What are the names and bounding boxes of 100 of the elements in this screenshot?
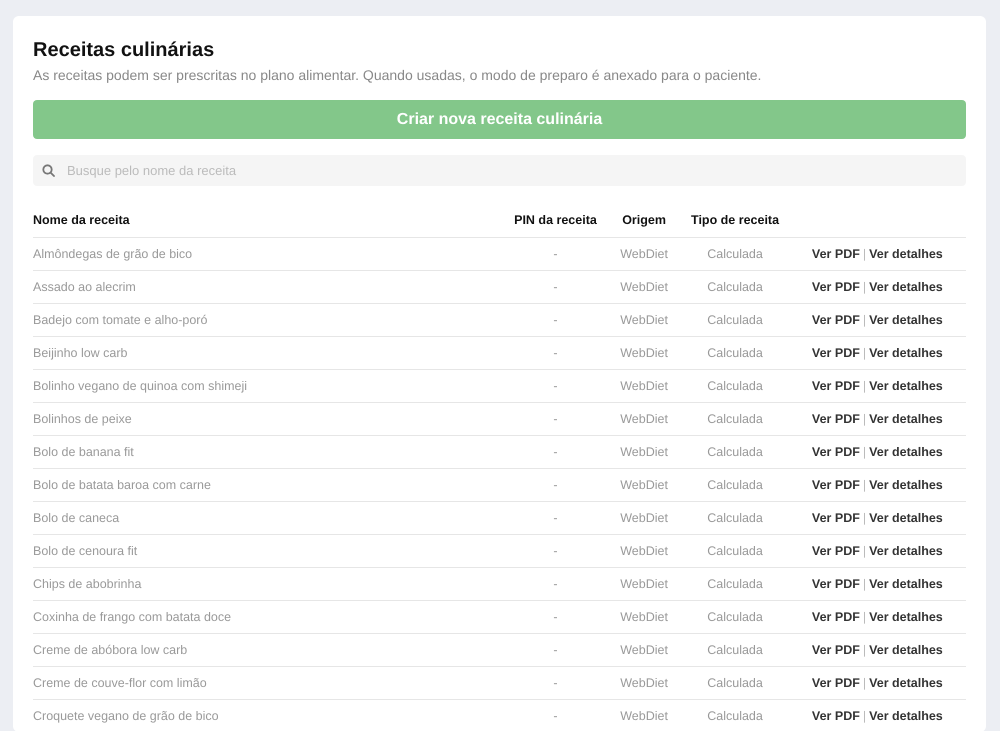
link-separator: | — [862, 247, 866, 261]
recipe-name: Bolo de cenoura fit — [33, 544, 138, 558]
recipe-name: Bolo de batata baroa com carne — [33, 478, 211, 492]
view-details-link[interactable]: Ver detalhes — [869, 511, 943, 525]
page-title: Receitas culinárias — [33, 38, 216, 62]
recipe-name: Bolo de caneca — [33, 511, 120, 525]
recipe-type: Calculada — [707, 478, 763, 492]
view-details-link[interactable]: Ver detalhes — [869, 379, 943, 393]
recipe-pin: - — [553, 412, 558, 426]
view-details-link[interactable]: Ver detalhes — [869, 412, 943, 426]
recipe-name: Coxinha de frango com batata doce — [33, 610, 232, 624]
view-details-link[interactable]: Ver detalhes — [869, 544, 943, 558]
column-header: Nome da receita — [33, 213, 130, 227]
recipe-pin: - — [553, 313, 558, 327]
view-details-link[interactable]: Ver detalhes — [869, 709, 943, 723]
view-pdf-link[interactable]: Ver PDF — [812, 445, 860, 459]
view-pdf-link[interactable]: Ver PDF — [812, 676, 860, 690]
view-pdf-link[interactable]: Ver PDF — [812, 544, 860, 558]
recipe-origin: WebDiet — [620, 247, 668, 261]
link-separator: | — [862, 511, 866, 525]
view-details-link[interactable]: Ver detalhes — [869, 346, 943, 360]
recipe-name: Badejo com tomate e alho-poró — [33, 313, 208, 327]
recipe-name: Almôndegas de grão de bico — [33, 247, 192, 261]
link-separator: | — [862, 379, 866, 393]
recipe-type: Calculada — [707, 577, 763, 591]
recipe-pin: - — [553, 676, 558, 690]
link-separator: | — [862, 280, 866, 294]
recipe-pin: - — [553, 544, 558, 558]
recipe-type: Calculada — [707, 247, 763, 261]
recipe-pin: - — [553, 610, 558, 624]
recipe-origin: WebDiet — [620, 709, 668, 723]
column-header: Origem — [622, 213, 666, 227]
recipe-origin: WebDiet — [620, 610, 668, 624]
view-details-link[interactable]: Ver detalhes — [869, 676, 943, 690]
recipe-origin: WebDiet — [620, 445, 668, 459]
recipe-type: Calculada — [707, 643, 763, 657]
recipe-pin: - — [553, 280, 558, 294]
link-separator: | — [862, 676, 866, 690]
view-details-link[interactable]: Ver detalhes — [869, 280, 943, 294]
recipe-type: Calculada — [707, 676, 763, 690]
recipe-name: Bolinho vegano de quinoa com shimeji — [33, 379, 248, 393]
recipe-pin: - — [553, 346, 558, 360]
recipe-origin: WebDiet — [620, 577, 668, 591]
view-details-link[interactable]: Ver detalhes — [869, 643, 943, 657]
recipe-name: Creme de couve-flor com limão — [33, 676, 207, 690]
view-pdf-link[interactable]: Ver PDF — [812, 247, 860, 261]
recipe-origin: WebDiet — [620, 544, 668, 558]
column-header: PIN da receita — [514, 213, 597, 227]
view-pdf-link[interactable]: Ver PDF — [812, 709, 860, 723]
column-header: Tipo de receita — [691, 213, 780, 227]
recipe-name: Creme de abóbora low carb — [33, 643, 188, 657]
view-pdf-link[interactable]: Ver PDF — [812, 643, 860, 657]
recipe-pin: - — [553, 445, 558, 459]
recipe-pin: - — [553, 709, 558, 723]
link-separator: | — [862, 445, 866, 459]
search-field[interactable]: Busque pelo nome da receita — [33, 155, 966, 186]
view-details-link[interactable]: Ver detalhes — [869, 478, 943, 492]
recipe-pin: - — [553, 511, 558, 525]
recipe-origin: WebDiet — [620, 478, 668, 492]
recipe-type: Calculada — [707, 346, 763, 360]
view-pdf-link[interactable]: Ver PDF — [812, 346, 860, 360]
recipe-type: Calculada — [707, 445, 763, 459]
link-separator: | — [862, 346, 866, 360]
recipe-origin: WebDiet — [620, 313, 668, 327]
view-pdf-link[interactable]: Ver PDF — [812, 379, 860, 393]
view-pdf-link[interactable]: Ver PDF — [812, 313, 860, 327]
view-details-link[interactable]: Ver detalhes — [869, 313, 943, 327]
recipe-name: Croquete vegano de grão de bico — [33, 709, 219, 723]
recipe-pin: - — [553, 379, 558, 393]
recipe-origin: WebDiet — [620, 412, 668, 426]
recipe-pin: - — [553, 247, 558, 261]
view-pdf-link[interactable]: Ver PDF — [812, 610, 860, 624]
view-details-link[interactable]: Ver detalhes — [869, 445, 943, 459]
view-pdf-link[interactable]: Ver PDF — [812, 511, 860, 525]
view-pdf-link[interactable]: Ver PDF — [812, 280, 860, 294]
link-separator: | — [862, 643, 866, 657]
recipe-origin: WebDiet — [620, 379, 668, 393]
recipe-type: Calculada — [707, 280, 763, 294]
recipe-type: Calculada — [707, 313, 763, 327]
recipe-origin: WebDiet — [620, 643, 668, 657]
recipe-type: Calculada — [707, 709, 763, 723]
link-separator: | — [862, 610, 866, 624]
link-separator: | — [862, 412, 866, 426]
link-separator: | — [862, 577, 866, 591]
view-pdf-link[interactable]: Ver PDF — [812, 577, 860, 591]
recipe-name: Chips de abobrinha — [33, 577, 142, 591]
recipe-origin: WebDiet — [620, 346, 668, 360]
view-details-link[interactable]: Ver detalhes — [869, 610, 943, 624]
recipe-origin: WebDiet — [620, 280, 668, 294]
recipe-pin: - — [553, 643, 558, 657]
view-details-link[interactable]: Ver detalhes — [869, 247, 943, 261]
view-details-link[interactable]: Ver detalhes — [869, 577, 943, 591]
view-pdf-link[interactable]: Ver PDF — [812, 478, 860, 492]
link-separator: | — [862, 709, 866, 723]
link-separator: | — [862, 313, 866, 327]
view-pdf-link[interactable]: Ver PDF — [812, 412, 860, 426]
link-separator: | — [862, 544, 866, 558]
recipe-name: Assado ao alecrim — [33, 280, 136, 294]
recipe-type: Calculada — [707, 610, 763, 624]
recipe-type: Calculada — [707, 544, 763, 558]
